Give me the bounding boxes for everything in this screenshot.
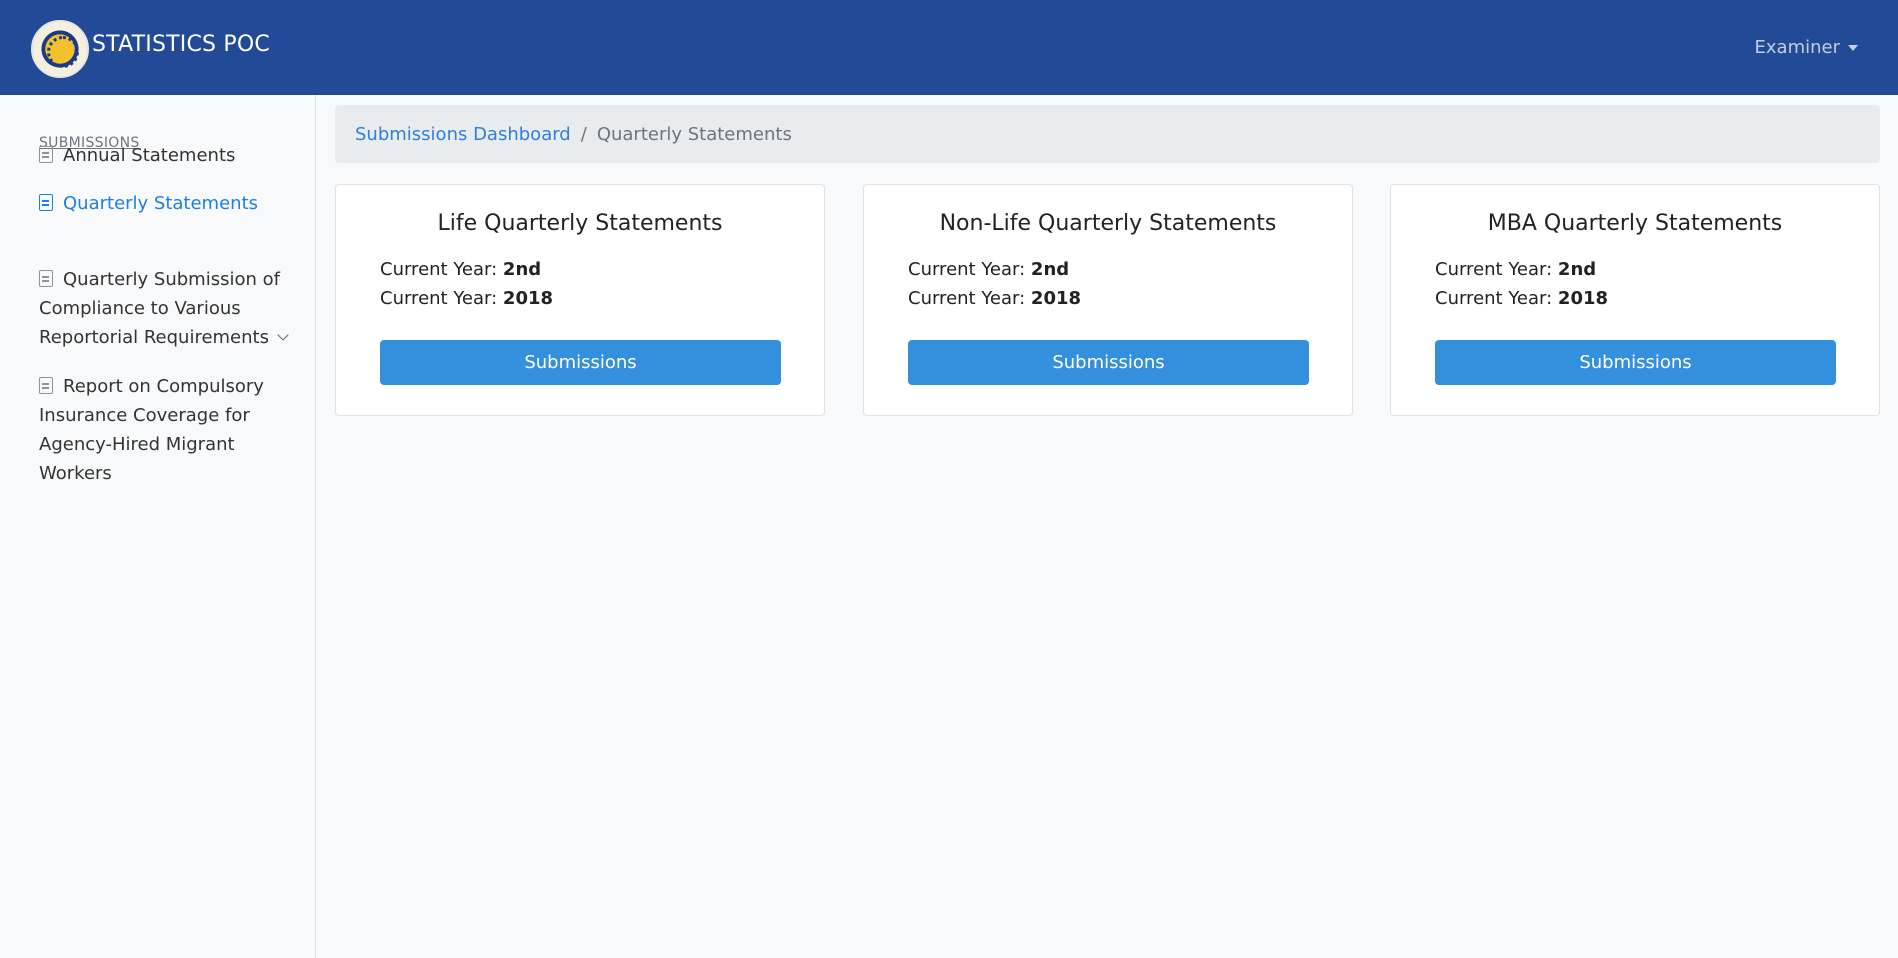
card-quarter-line: Current Year: 2nd	[380, 259, 541, 280]
card-title: MBA Quarterly Statements	[1487, 211, 1783, 236]
card-year-line: Current Year: 2018	[380, 288, 553, 309]
submissions-button-mba[interactable]: Submissions	[1435, 340, 1836, 385]
document-icon	[39, 194, 53, 211]
card-quarter-line: Current Year: 2nd	[908, 259, 1069, 280]
breadcrumb-separator: /	[580, 123, 587, 145]
submissions-button-life[interactable]: Submissions	[380, 340, 781, 385]
card-value: 2018	[1557, 288, 1609, 309]
sidebar-item-label: Quarterly Submission of Compliance to Va…	[39, 269, 280, 348]
card-nonlife-quarterly: Non-Life Quarterly Statements Current Ye…	[863, 184, 1353, 416]
top-navbar: STATISTICS POC Examiner	[0, 0, 1898, 95]
caret-down-icon	[1848, 44, 1858, 51]
document-icon	[39, 270, 53, 287]
document-icon	[39, 377, 53, 394]
brand-title[interactable]: STATISTICS POC	[92, 32, 270, 57]
card-title: Life Quarterly Statements	[437, 211, 723, 236]
card-label: Current Year:	[1435, 288, 1553, 309]
sidebar-item-label: Report on Compulsory Insurance Coverage …	[39, 376, 264, 484]
sidebar: SUBMISSIONS Annual Statements Quarterly …	[0, 95, 316, 958]
sidebar-item-label: Quarterly Statements	[63, 193, 259, 214]
card-value: 2018	[1030, 288, 1082, 309]
card-label: Current Year:	[908, 288, 1026, 309]
sidebar-item-annual-statements[interactable]: Annual Statements	[39, 141, 301, 170]
card-label: Current Year:	[380, 259, 498, 280]
breadcrumb-current: Quarterly Statements	[596, 123, 792, 145]
sidebar-item-quarterly-compliance[interactable]: Quarterly Submission of Compliance to Va…	[39, 265, 301, 352]
card-mba-quarterly: MBA Quarterly Statements Current Year: 2…	[1390, 184, 1880, 416]
card-year-line: Current Year: 2018	[908, 288, 1081, 309]
breadcrumb-link-dashboard[interactable]: Submissions Dashboard	[355, 124, 571, 145]
sidebar-item-compulsory-insurance-report[interactable]: Report on Compulsory Insurance Coverage …	[39, 372, 301, 488]
document-icon	[39, 146, 53, 163]
card-quarter-line: Current Year: 2nd	[1435, 259, 1596, 280]
user-menu-label: Examiner	[1754, 37, 1840, 58]
chevron-down-icon[interactable]	[277, 329, 289, 341]
card-label: Current Year:	[1435, 259, 1553, 280]
breadcrumb: Submissions Dashboard / Quarterly Statem…	[335, 105, 1880, 163]
sidebar-item-quarterly-statements[interactable]: Quarterly Statements	[39, 189, 301, 218]
card-label: Current Year:	[380, 288, 498, 309]
card-title: Non-Life Quarterly Statements	[939, 211, 1277, 236]
card-value: 2nd	[1030, 259, 1070, 280]
card-label: Current Year:	[908, 259, 1026, 280]
card-year-line: Current Year: 2018	[1435, 288, 1608, 309]
seal-logo-icon[interactable]	[31, 20, 89, 78]
card-value: 2nd	[502, 259, 542, 280]
user-menu-dropdown[interactable]: Examiner	[1755, 37, 1858, 58]
card-value: 2018	[502, 288, 554, 309]
card-life-quarterly: Life Quarterly Statements Current Year: …	[335, 184, 825, 416]
submissions-button-nonlife[interactable]: Submissions	[908, 340, 1309, 385]
sidebar-item-label: Annual Statements	[63, 145, 236, 166]
card-value: 2nd	[1557, 259, 1597, 280]
